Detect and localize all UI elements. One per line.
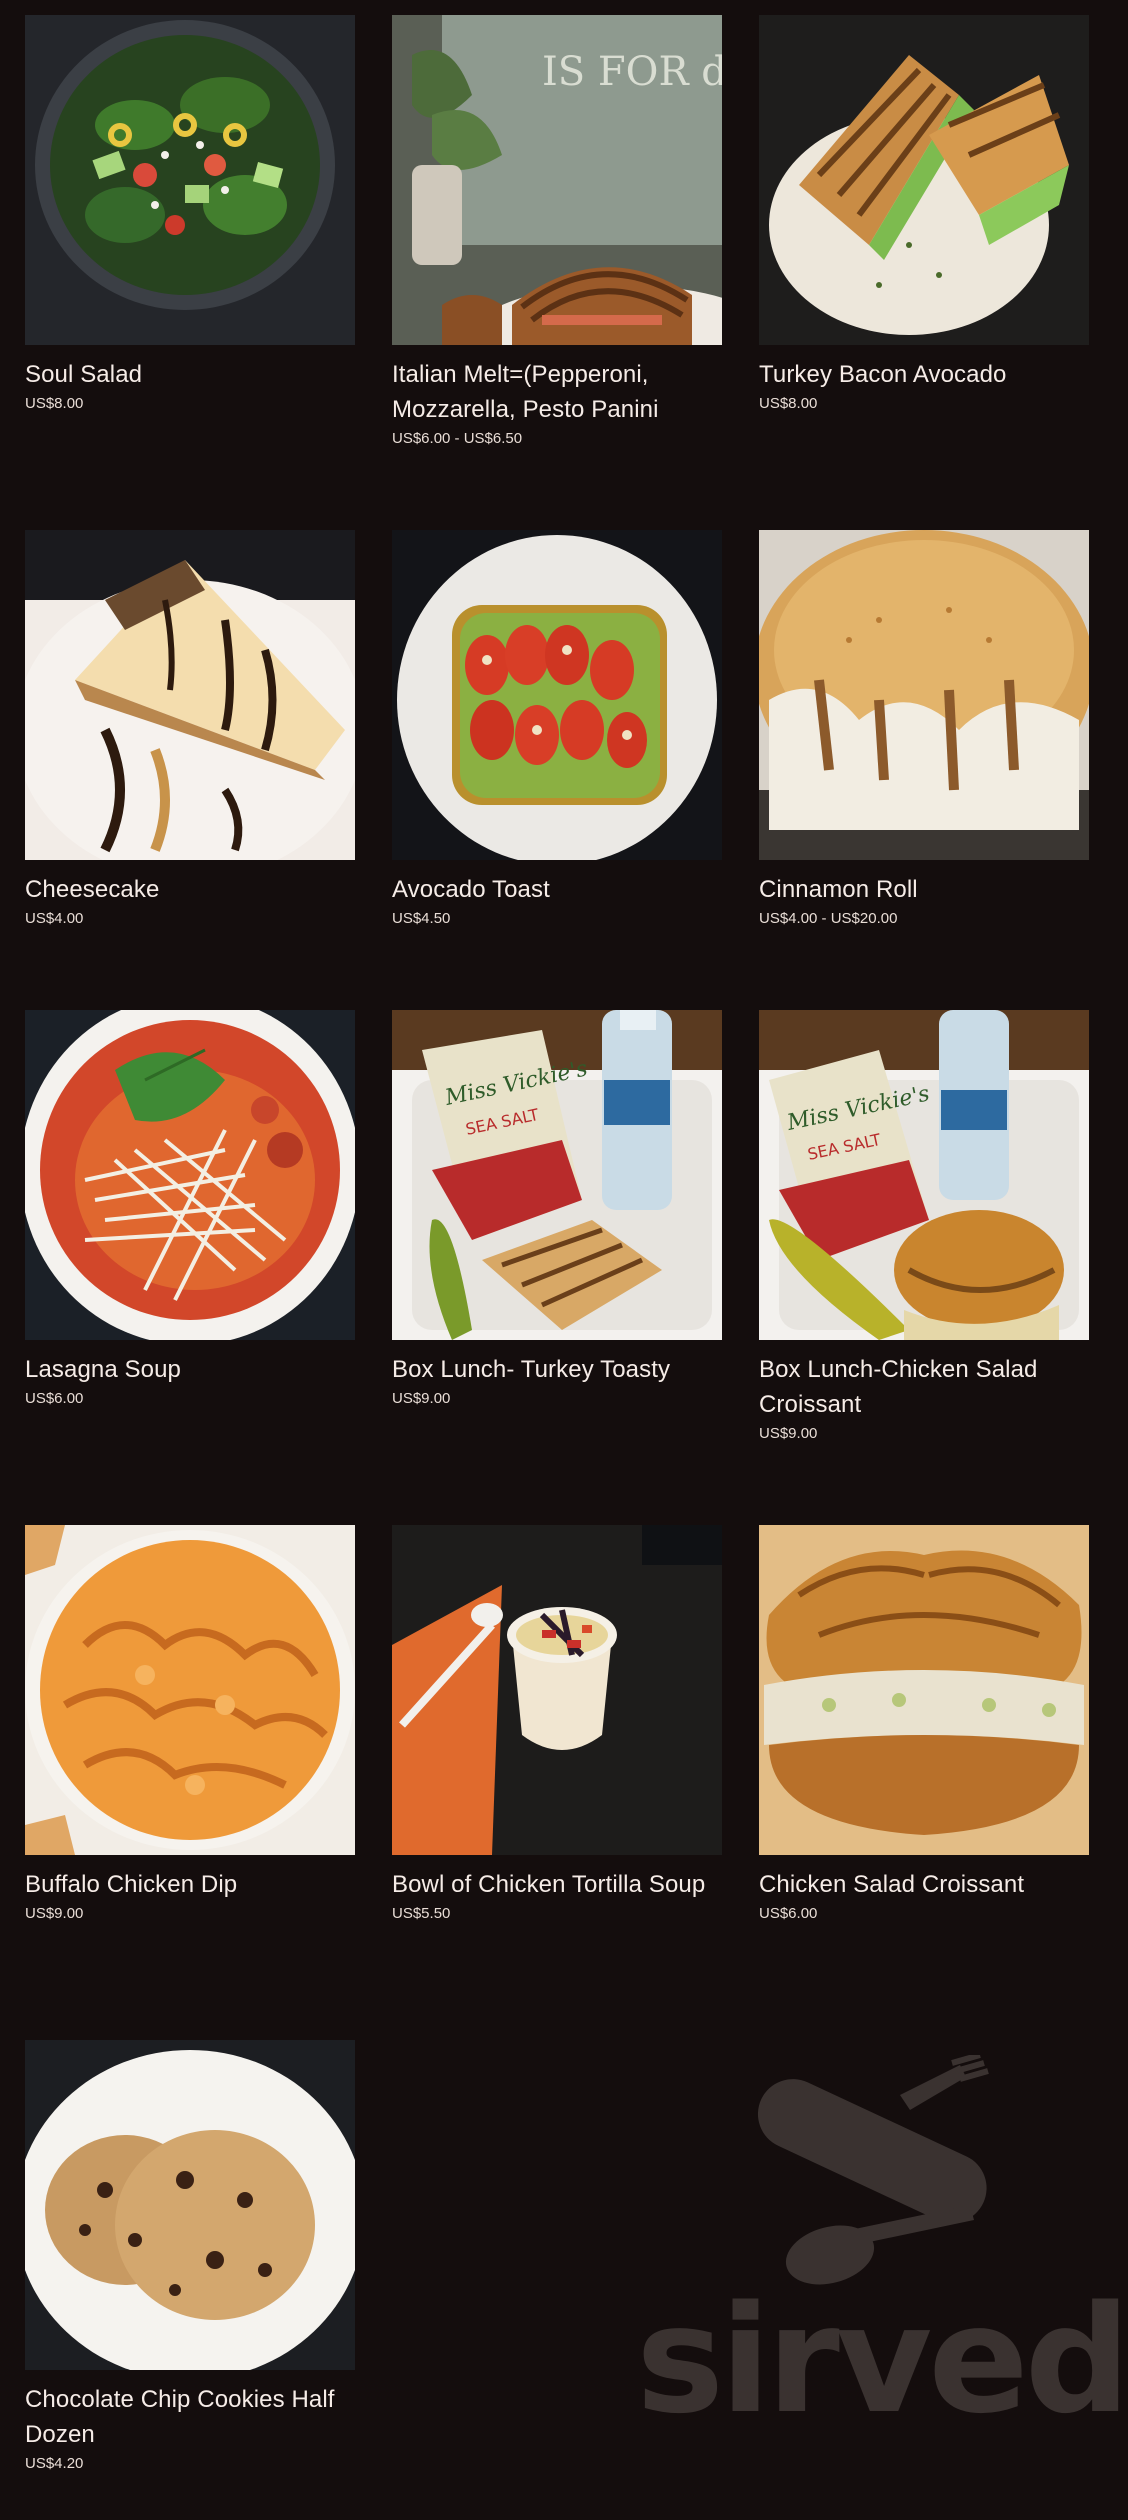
food-photo[interactable] xyxy=(759,15,1089,345)
item-price: US$9.00 xyxy=(25,1905,84,1922)
item-name[interactable]: Lasagna Soup xyxy=(25,1352,355,1387)
food-photo[interactable] xyxy=(25,1525,355,1855)
item-price: US$4.50 xyxy=(392,910,451,927)
menu-item-avocado-toast[interactable]: Avocado Toast US$4.50 xyxy=(392,530,722,1010)
menu-item-box-lunch-chicken-salad-croissant[interactable]: Miss Vickie's SEA SALT Box Lunch-Chicken… xyxy=(759,1010,1089,1525)
item-price: US$6.00 - US$6.50 xyxy=(392,430,523,447)
item-price: US$9.00 xyxy=(759,1425,818,1442)
menu-item-buffalo-chicken-dip[interactable]: Buffalo Chicken Dip US$9.00 xyxy=(25,1525,355,2040)
food-photo[interactable] xyxy=(759,1525,1089,1855)
item-name[interactable]: Chocolate Chip Cookies Half Dozen xyxy=(25,2382,355,2452)
item-name[interactable]: Italian Melt=(Pepperoni, Mozzarella, Pes… xyxy=(392,357,722,427)
item-name[interactable]: Box Lunch- Turkey Toasty xyxy=(392,1352,722,1387)
menu-item-lasagna-soup[interactable]: Lasagna Soup US$6.00 xyxy=(25,1010,355,1525)
item-price: US$8.00 xyxy=(759,395,818,412)
food-photo[interactable] xyxy=(25,2040,355,2370)
sirved-wordmark: sirved xyxy=(636,2274,1128,2446)
item-price: US$9.00 xyxy=(392,1390,451,1407)
menu-row: Lasagna Soup US$6.00 Miss Vickie's SEA S… xyxy=(25,1010,1091,1525)
menu-item-italian-melt[interactable]: IS FOR dancing Italian Melt=(Pepperoni, … xyxy=(392,15,722,530)
item-price: US$4.00 xyxy=(25,910,84,927)
item-name[interactable]: Avocado Toast xyxy=(392,872,722,907)
item-name[interactable]: Box Lunch-Chicken Salad Croissant xyxy=(759,1352,1089,1422)
menu-item-cinnamon-roll[interactable]: Cinnamon Roll US$4.00 - US$20.00 xyxy=(759,530,1089,1010)
sign-text-top: IS FOR dancing xyxy=(542,49,722,95)
food-photo[interactable]: IS FOR dancing xyxy=(392,15,722,345)
item-price: US$6.00 xyxy=(25,1390,84,1407)
item-price: US$4.20 xyxy=(25,2455,84,2472)
item-name[interactable]: Cheesecake xyxy=(25,872,355,907)
food-photo[interactable]: Miss Vickie's SEA SALT xyxy=(392,1010,722,1340)
food-photo[interactable] xyxy=(25,15,355,345)
menu-item-chicken-tortilla-soup[interactable]: Bowl of Chicken Tortilla Soup US$5.50 xyxy=(392,1525,722,2040)
item-name[interactable]: Cinnamon Roll xyxy=(759,872,1089,907)
food-photo[interactable] xyxy=(759,530,1089,860)
item-name[interactable]: Chicken Salad Croissant xyxy=(759,1867,1089,1902)
food-photo[interactable] xyxy=(392,530,722,860)
menu-row: Soul Salad US$8.00 IS FOR dancing xyxy=(25,15,1091,530)
item-price: US$4.00 - US$20.00 xyxy=(759,910,898,927)
food-photo[interactable] xyxy=(392,1525,722,1855)
item-name[interactable]: Turkey Bacon Avocado xyxy=(759,357,1089,392)
item-name[interactable]: Soul Salad xyxy=(25,357,355,392)
item-price: US$5.50 xyxy=(392,1905,451,1922)
item-name[interactable]: Bowl of Chicken Tortilla Soup xyxy=(392,1867,722,1902)
menu-row: Buffalo Chicken Dip US$9.00 Bowl of Chic… xyxy=(25,1525,1091,2040)
menu-item-soul-salad[interactable]: Soul Salad US$8.00 xyxy=(25,15,355,530)
menu-item-cheesecake[interactable]: Cheesecake US$4.00 xyxy=(25,530,355,1010)
menu-item-chocolate-chip-cookies[interactable]: Chocolate Chip Cookies Half Dozen US$4.2… xyxy=(25,2040,355,2520)
sirved-logo: sirved xyxy=(630,2055,1128,2455)
menu-item-box-lunch-turkey-toasty[interactable]: Miss Vickie's SEA SALT Box Lunch- Turkey… xyxy=(392,1010,722,1525)
knife-fork-icon xyxy=(757,2055,989,2285)
item-name[interactable]: Buffalo Chicken Dip xyxy=(25,1867,355,1902)
item-price: US$6.00 xyxy=(759,1905,818,1922)
food-photo[interactable] xyxy=(25,530,355,860)
menu-row: Cheesecake US$4.00 Avocado Toast US$4.50… xyxy=(25,530,1091,1010)
food-photo[interactable]: Miss Vickie's SEA SALT xyxy=(759,1010,1089,1340)
menu-item-chicken-salad-croissant[interactable]: Chicken Salad Croissant US$6.00 xyxy=(759,1525,1089,2040)
menu-item-turkey-bacon-avocado[interactable]: Turkey Bacon Avocado US$8.00 xyxy=(759,15,1089,530)
food-photo[interactable] xyxy=(25,1010,355,1340)
item-price: US$8.00 xyxy=(25,395,84,412)
